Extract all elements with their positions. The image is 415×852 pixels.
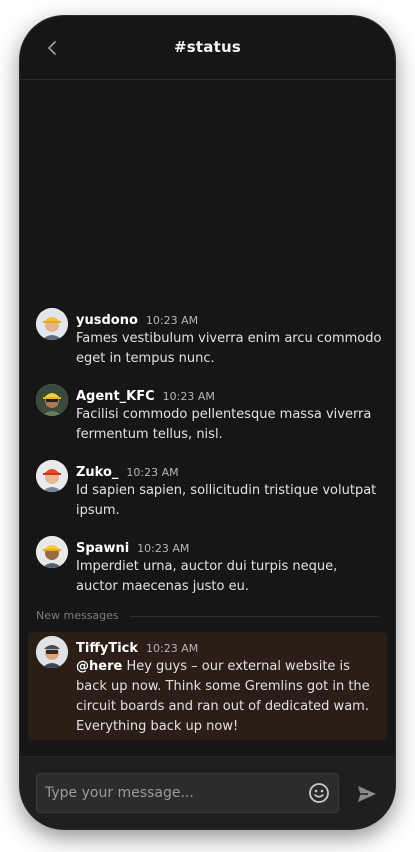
message-text: Facilisi commodo pellentesque massa vive… [76,407,372,442]
timestamp: 10:23 AM [162,390,215,403]
avatar[interactable] [36,636,68,668]
smiley-icon [309,783,329,803]
message-text: Fames vestibulum viverra enim arcu commo… [76,331,382,366]
message-header: yusdono 10:23 AM [76,309,198,328]
mention-here[interactable]: @here [76,659,122,674]
avatar[interactable] [36,384,68,416]
divider-label: New messages [36,609,119,622]
phone-screen: #status yusdono 10:23 AM Fames vestibulum… [20,16,395,829]
username[interactable]: Agent_KFC [76,389,155,404]
divider-line [130,616,379,617]
timestamp: 10:23 AM [126,466,179,479]
avatar[interactable] [36,308,68,340]
send-icon [358,786,376,802]
avatar[interactable] [36,536,68,568]
avatar[interactable] [36,460,68,492]
message-text: @here Hey guys – our external website is… [76,657,382,737]
message-header: Spawni 10:23 AM [76,537,189,556]
message-composer [20,756,395,829]
username[interactable]: Zuko_ [76,465,118,480]
new-messages-divider: New messages [36,608,379,624]
message-input-wrapper [36,773,339,813]
message-header: TiffyTick 10:23 AM [76,637,198,656]
message-header: Zuko_ 10:23 AM [76,461,179,480]
username[interactable]: yusdono [76,313,138,328]
send-button[interactable] [356,783,378,805]
channel-title: #status [174,38,241,56]
username[interactable]: Spawni [76,541,129,556]
timestamp: 10:23 AM [145,314,199,327]
emoji-button[interactable] [308,782,330,804]
message-header: Agent_KFC 10:23 AM [76,385,215,404]
username[interactable]: TiffyTick [76,641,138,656]
message-text: Imperdiet urna, auctor dui turpis neque,… [76,559,338,594]
timestamp: 10:23 AM [146,642,199,655]
timestamp: 10:23 AM [137,542,190,555]
channel-header: #status [20,16,395,80]
message-input[interactable] [45,774,295,812]
message-text: Id sapien sapien, sollicitudin tristique… [76,483,377,518]
